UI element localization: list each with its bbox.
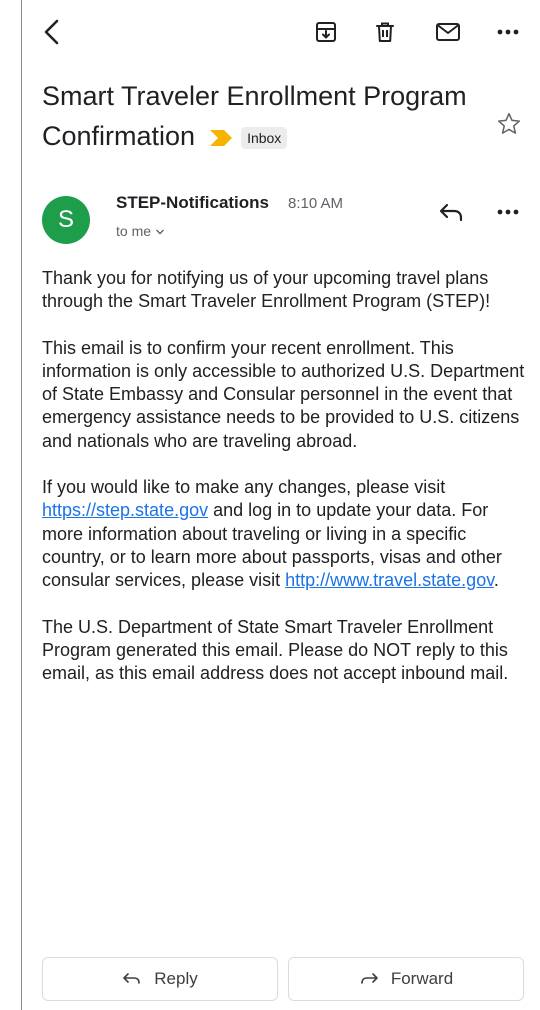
travel-state-link[interactable]: http://www.travel.state.gov (285, 570, 494, 590)
body-paragraph-1: Thank you for notifying us of your upcom… (42, 268, 491, 312)
body-paragraph-3: If you would like to make any changes, p… (42, 476, 528, 592)
back-arrow-icon[interactable] (36, 16, 68, 48)
top-toolbar (22, 0, 540, 62)
step-link[interactable]: https://step.state.gov (42, 500, 208, 520)
reply-label: Reply (154, 969, 198, 988)
inbox-label[interactable]: Inbox (241, 126, 288, 149)
reply-icon (122, 971, 142, 987)
body-text: . (493, 570, 499, 591)
reply-icon[interactable] (438, 200, 466, 229)
reply-button[interactable]: Reply (42, 957, 278, 1001)
email-subject: Smart Traveler Enrollment Program Confir… (42, 76, 482, 158)
email-body: Thank you for notifying us of your upcom… (42, 267, 528, 708)
chevron-down-icon (155, 223, 165, 239)
archive-icon[interactable] (310, 16, 342, 48)
star-icon[interactable] (496, 111, 522, 137)
recipient-details[interactable]: to me (116, 223, 165, 239)
sender-avatar[interactable]: S (42, 196, 90, 244)
body-text: If you would like to make any changes, p… (42, 477, 446, 498)
forward-icon (359, 971, 379, 987)
more-horizontal-icon[interactable] (492, 16, 524, 48)
email-time: 8:10 AM (288, 195, 344, 212)
forward-label: Forward (390, 969, 454, 988)
window-edge (21, 0, 22, 1010)
importance-marker-icon[interactable] (209, 118, 233, 158)
subject-area: Smart Traveler Enrollment Program Confir… (42, 76, 482, 158)
trash-icon[interactable] (369, 16, 401, 48)
recipient-text: to me (116, 223, 152, 239)
body-paragraph-4: The U.S. Department of State Smart Trave… (42, 616, 509, 684)
mail-icon[interactable] (432, 16, 464, 48)
message-more-icon[interactable] (496, 200, 520, 229)
forward-button[interactable]: Forward (288, 957, 524, 1001)
sender-name[interactable]: STEP-Notifications (116, 193, 269, 213)
body-paragraph-2: This email is to confirm your recent enr… (42, 337, 525, 451)
